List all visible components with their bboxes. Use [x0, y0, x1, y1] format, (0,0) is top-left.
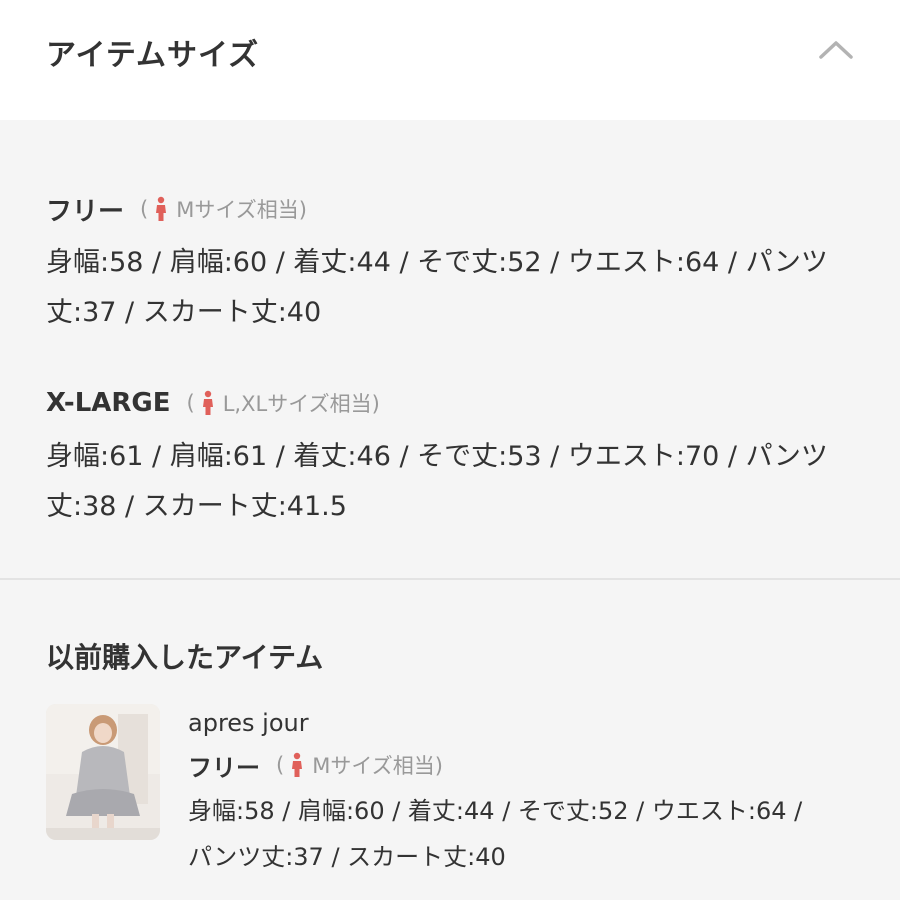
paren-open: ( — [140, 197, 149, 221]
person-icon — [202, 390, 213, 415]
measurement-line: 身幅:58 / 肩幅:60 / 着丈:44 / そで丈:52 / ウエスト:64… — [46, 247, 828, 278]
size-heading: X-LARGE ( L,XLサイズ相当) — [46, 386, 866, 420]
size-equivalent: ( L,XLサイズ相当) — [187, 388, 380, 418]
item-size-header[interactable]: アイテムサイズ — [0, 0, 900, 120]
person-icon — [156, 196, 167, 221]
measurement-text: 身幅:58 / 肩幅:60 / 着丈:44 / そで丈:52 / ウエスト:64… — [188, 788, 878, 880]
measurement-line: 身幅:58 / 肩幅:60 / 着丈:44 / そで丈:52 / ウエスト:64… — [188, 797, 803, 825]
product-thumbnail[interactable] — [46, 704, 160, 840]
size-heading: フリー ( Mサイズ相当) — [46, 192, 866, 227]
previous-purchase-section: 以前購入したアイテム apres jour フリー ( Mサイズ相当) 身幅:5… — [0, 580, 900, 900]
measurement-text: 身幅:61 / 肩幅:61 / 着丈:46 / そで丈:53 / ウエスト:70… — [46, 432, 866, 532]
paren-open: ( — [276, 753, 285, 777]
measurement-text: 身幅:58 / 肩幅:60 / 着丈:44 / そで丈:52 / ウエスト:64… — [46, 238, 866, 338]
size-heading: フリー ( Mサイズ相当) — [188, 748, 878, 782]
size-equivalent-label: Mサイズ相当) — [312, 754, 443, 778]
measurement-line: 丈:38 / スカート丈:41.5 — [46, 491, 347, 522]
person-icon — [292, 752, 303, 777]
size-name: フリー — [46, 196, 125, 227]
measurement-line: 身幅:61 / 肩幅:61 / 着丈:46 / そで丈:53 / ウエスト:70… — [46, 441, 828, 472]
measurement-line: パンツ丈:37 / スカート丈:40 — [188, 843, 506, 871]
size-name: X-LARGE — [46, 388, 171, 418]
paren-open: ( — [186, 391, 195, 415]
previous-item-info: apres jour フリー ( Mサイズ相当) 身幅:58 / 肩幅:60 /… — [188, 706, 878, 880]
size-entry-xlarge: X-LARGE ( L,XLサイズ相当) 身幅:61 / 肩幅:61 / 着丈:… — [46, 386, 866, 532]
size-equivalent-label: L,XLサイズ相当) — [222, 392, 380, 416]
size-equivalent-label: Mサイズ相当) — [176, 198, 307, 222]
previous-purchase-title: 以前購入したアイテム — [46, 641, 324, 674]
size-list: フリー ( Mサイズ相当) 身幅:58 / 肩幅:60 / 着丈:44 / そで… — [0, 120, 900, 578]
brand-name[interactable]: apres jour — [188, 706, 878, 740]
size-equivalent: ( Mサイズ相当) — [140, 194, 307, 224]
chevron-up-icon[interactable] — [818, 38, 854, 60]
size-equivalent: ( Mサイズ相当) — [276, 750, 443, 780]
measurement-line: 丈:37 / スカート丈:40 — [46, 297, 322, 328]
size-name: フリー — [188, 753, 260, 782]
section-title: アイテムサイズ — [46, 38, 260, 73]
size-entry-free: フリー ( Mサイズ相当) 身幅:58 / 肩幅:60 / 着丈:44 / そで… — [46, 192, 866, 338]
product-photo — [46, 704, 160, 840]
